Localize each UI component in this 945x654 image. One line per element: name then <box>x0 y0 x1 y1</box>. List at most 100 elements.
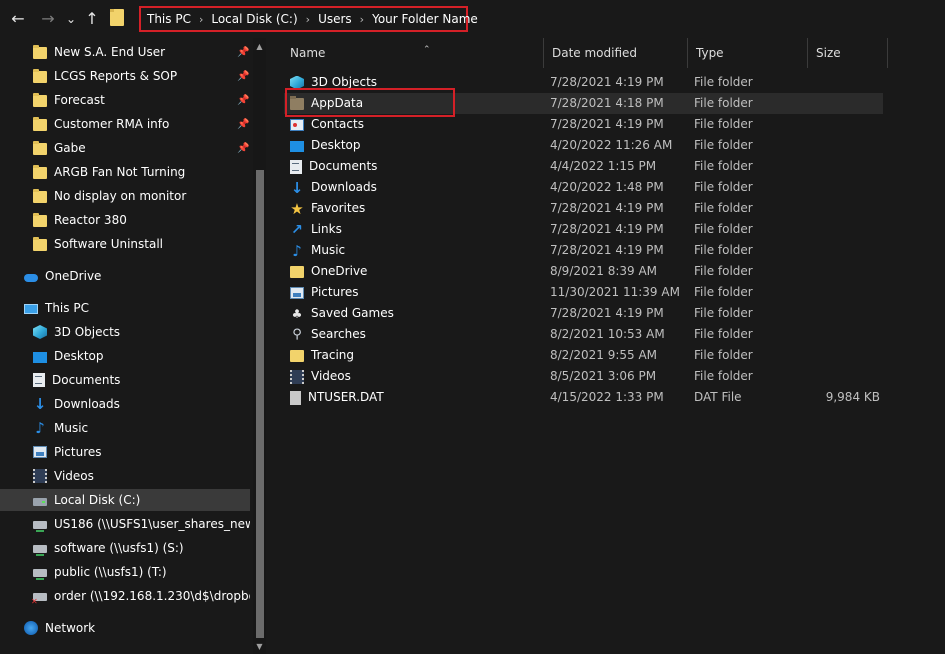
quick-access-item[interactable]: Software Uninstall <box>0 233 250 255</box>
downloads-icon: ↓ <box>290 178 304 197</box>
column-header-type[interactable]: Type <box>688 38 808 68</box>
sidebar-item-downloads[interactable]: ↓ Downloads <box>0 393 250 415</box>
documents-icon <box>33 373 45 387</box>
pictures-icon <box>290 286 304 299</box>
quick-access-item[interactable]: No display on monitor <box>0 185 250 207</box>
downloads-icon: ↓ <box>33 395 47 413</box>
sidebar-item-local-disk[interactable]: Local Disk (C:) <box>0 489 250 511</box>
sidebar-item-desktop[interactable]: Desktop <box>0 345 250 367</box>
breadcrumb[interactable]: This PC › Local Disk (C:) › Users › Your… <box>139 6 478 32</box>
file-row-music[interactable]: ♪ Music 7/28/2021 4:19 PM File folder <box>284 240 883 261</box>
folder-icon <box>33 212 47 227</box>
star-icon: ★ <box>290 199 304 218</box>
quick-access-item[interactable]: Gabe 📌 <box>0 137 250 159</box>
sidebar-item-network-drive-t[interactable]: public (\\usfs1) (T:) <box>0 561 250 583</box>
breadcrumb-users[interactable]: Users <box>318 12 352 26</box>
appdata-highlight-annotation <box>285 88 455 117</box>
file-row-videos[interactable]: Videos 8/5/2021 3:06 PM File folder <box>284 366 883 387</box>
network-drive-icon <box>33 569 47 580</box>
quick-access-item[interactable]: ARGB Fan Not Turning <box>0 161 250 183</box>
videos-icon <box>290 369 304 384</box>
folder-icon <box>33 188 47 203</box>
folder-icon <box>33 92 47 107</box>
column-header-name[interactable]: ⌃ Name <box>282 38 544 68</box>
sidebar-item-network-drive-p[interactable]: US186 (\\USFS1\user_shares_new) (P:) <box>0 513 250 535</box>
sidebar-item-network[interactable]: Network <box>0 617 250 639</box>
quick-access-item[interactable]: Forecast 📌 <box>0 89 250 111</box>
folder-icon <box>33 116 47 131</box>
pin-icon: 📌 <box>237 118 250 130</box>
breadcrumb-separator-icon[interactable]: › <box>199 13 203 26</box>
sidebar-item-music[interactable]: ♪ Music <box>0 417 250 439</box>
file-row-downloads[interactable]: ↓ Downloads 4/20/2022 1:48 PM File folder <box>284 177 883 198</box>
cube-icon <box>33 325 47 339</box>
file-row-saved-games[interactable]: ♣ Saved Games 7/28/2021 4:19 PM File fold… <box>284 303 883 324</box>
sidebar-item-pictures[interactable]: Pictures <box>0 441 250 463</box>
folder-icon <box>33 236 47 251</box>
breadcrumb-local-disk[interactable]: Local Disk (C:) <box>211 12 297 26</box>
breadcrumb-separator-icon[interactable]: › <box>306 13 310 26</box>
sidebar-item-documents[interactable]: Documents <box>0 369 250 391</box>
navigation-scrollbar[interactable]: ▲ ▼ <box>253 38 266 654</box>
quick-access-item[interactable]: Reactor 380 <box>0 209 250 231</box>
file-icon <box>290 390 301 405</box>
pin-icon: 📌 <box>237 142 250 154</box>
file-row-contacts[interactable]: Contacts 7/28/2021 4:19 PM File folder <box>284 114 883 135</box>
forward-arrow-icon[interactable]: → <box>38 8 58 30</box>
videos-icon <box>33 469 47 483</box>
file-row-favorites[interactable]: ★ Favorites 7/28/2021 4:19 PM File folder <box>284 198 883 219</box>
folder-icon <box>290 349 304 362</box>
file-row-desktop[interactable]: Desktop 4/20/2022 11:26 AM File folder <box>284 135 883 156</box>
quick-access-item[interactable]: New S.A. End User 📌 <box>0 41 250 63</box>
breadcrumb-this-pc[interactable]: This PC <box>147 12 191 26</box>
navigation-pane: New S.A. End User 📌 LCGS Reports & SOP 📌… <box>0 38 269 654</box>
column-header-date-modified[interactable]: Date modified <box>544 38 688 68</box>
contacts-icon <box>290 118 304 131</box>
sidebar-item-network-drive-s[interactable]: software (\\usfs1) (S:) <box>0 537 250 559</box>
quick-access-item[interactable]: LCGS Reports & SOP 📌 <box>0 65 250 87</box>
up-arrow-icon[interactable]: ↑ <box>82 8 102 30</box>
file-row-tracing[interactable]: Tracing 8/2/2021 9:55 AM File folder <box>284 345 883 366</box>
breadcrumb-separator-icon[interactable]: › <box>360 13 364 26</box>
recent-locations-chevron-icon[interactable]: ⌄ <box>64 8 78 30</box>
file-row-pictures[interactable]: Pictures 11/30/2021 11:39 AM File folder <box>284 282 883 303</box>
desktop-icon <box>33 351 47 363</box>
music-icon: ♪ <box>292 241 302 260</box>
desktop-icon <box>290 141 304 152</box>
address-toolbar: ← → ⌄ ↑ This PC › Local Disk (C:) › User… <box>0 0 945 38</box>
sidebar-item-videos[interactable]: Videos <box>0 465 250 487</box>
file-row-ntuser-dat[interactable]: NTUSER.DAT 4/15/2022 1:33 PM DAT File 9,… <box>284 387 883 408</box>
folder-icon <box>33 44 47 59</box>
file-row-onedrive[interactable]: OneDrive 8/9/2021 8:39 AM File folder <box>284 261 883 282</box>
network-drive-icon <box>33 521 47 532</box>
folder-icon <box>33 164 47 179</box>
music-icon: ♪ <box>35 419 45 437</box>
games-icon: ♣ <box>291 306 303 321</box>
documents-icon <box>290 159 302 174</box>
file-row-links[interactable]: ↗ Links 7/28/2021 4:19 PM File folder <box>284 219 883 240</box>
sidebar-item-onedrive[interactable]: OneDrive <box>0 265 250 287</box>
sidebar-item-this-pc[interactable]: This PC <box>0 297 250 319</box>
file-row-searches[interactable]: ⚲ Searches 8/2/2021 10:53 AM File folder <box>284 324 883 345</box>
onedrive-cloud-icon <box>24 274 38 282</box>
column-header-size[interactable]: Size <box>808 38 888 68</box>
folder-icon <box>33 68 47 83</box>
pin-icon: 📌 <box>237 46 250 58</box>
breadcrumb-user-folder[interactable]: Your Folder Name <box>372 12 478 26</box>
scroll-down-arrow-icon[interactable]: ▼ <box>253 640 266 654</box>
quick-access-item[interactable]: Customer RMA info 📌 <box>0 113 250 135</box>
link-icon: ↗ <box>291 221 303 238</box>
file-row-documents[interactable]: Documents 4/4/2022 1:15 PM File folder <box>284 156 883 177</box>
pictures-icon <box>33 446 47 458</box>
disconnected-drive-icon <box>31 593 47 606</box>
address-folder-icon <box>110 9 124 26</box>
file-list: ⌃ Name Date modified Type Size 3D Object… <box>270 38 945 654</box>
pin-icon: 📌 <box>237 70 250 82</box>
sort-ascending-icon: ⌃ <box>423 45 431 55</box>
scroll-up-arrow-icon[interactable]: ▲ <box>253 40 266 54</box>
sidebar-item-network-drive-order[interactable]: order (\\192.168.1.230\d$\dropbox_or <box>0 585 250 607</box>
scrollbar-thumb[interactable] <box>256 170 264 638</box>
sidebar-item-3d-objects[interactable]: 3D Objects <box>0 321 250 343</box>
back-arrow-icon[interactable]: ← <box>8 8 28 30</box>
drive-icon <box>33 498 47 506</box>
